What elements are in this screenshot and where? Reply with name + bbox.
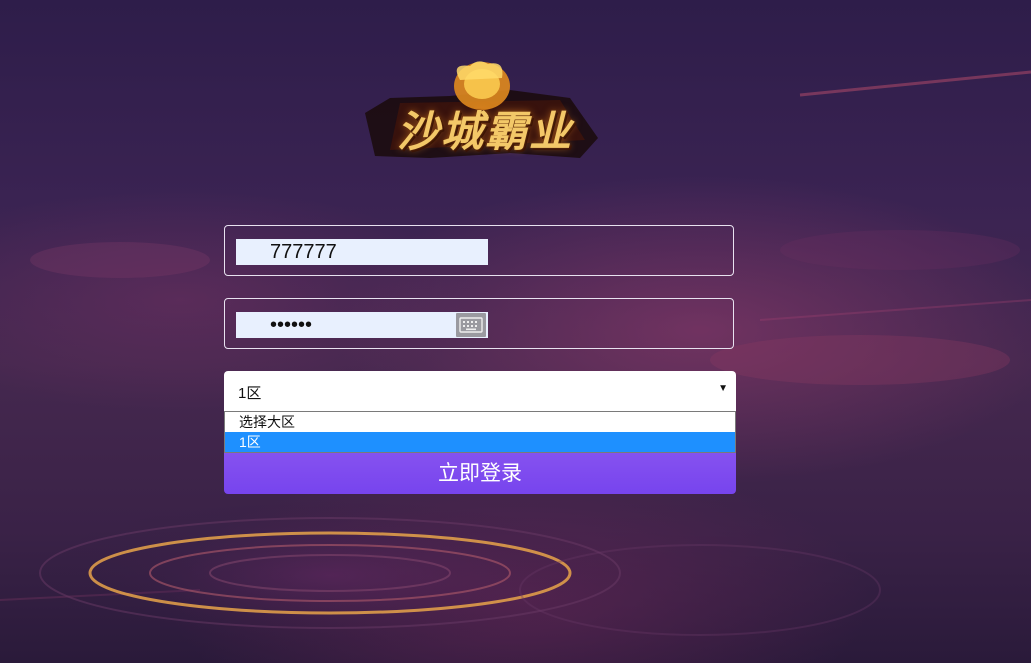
server-option-choose[interactable]: 选择大区 (225, 412, 735, 432)
password-input[interactable] (236, 312, 488, 338)
server-select-value: 1区 (238, 385, 262, 402)
username-input[interactable] (236, 239, 488, 265)
game-logo: 沙城霸业 (360, 58, 602, 173)
game-title: 沙城霸业 (396, 107, 573, 156)
password-field (224, 298, 734, 349)
server-option-list: 选择大区 1区 (224, 411, 736, 453)
username-field (224, 225, 734, 276)
server-select[interactable]: 1区 ▼ (224, 371, 736, 411)
server-option-1[interactable]: 1区 (225, 432, 735, 452)
keyboard-icon[interactable] (456, 313, 486, 337)
dropdown-arrow-icon: ▼ (718, 383, 728, 394)
